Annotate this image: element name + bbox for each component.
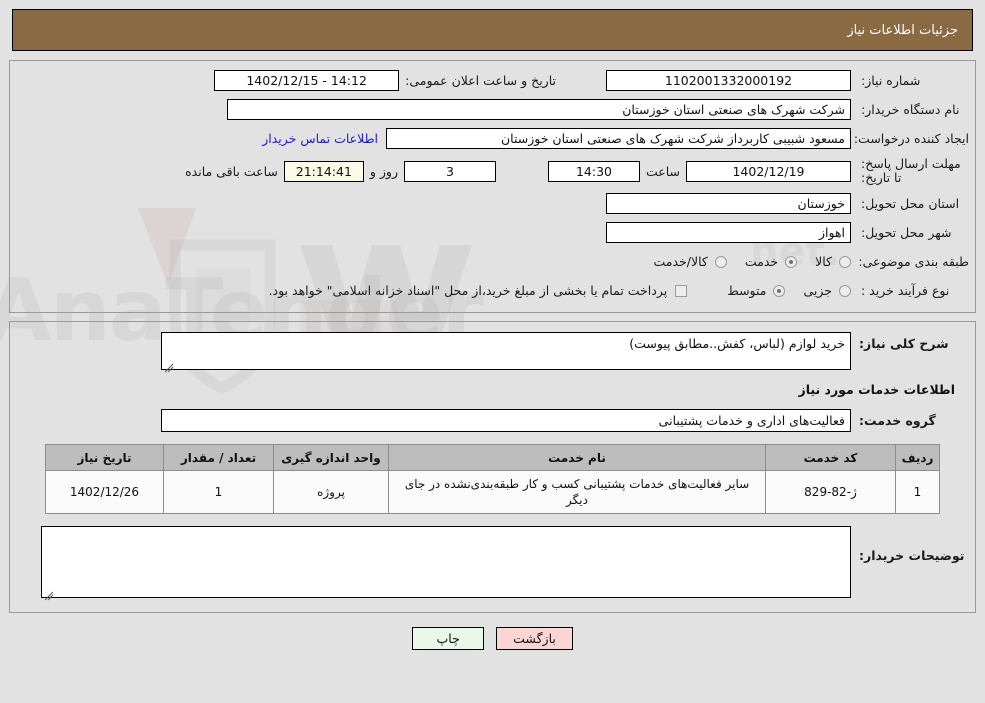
category-radio-group: کالا خدمت کالا/خدمت <box>639 254 851 269</box>
city-value: اهواز <box>606 222 851 243</box>
radio-kala-khedmat-label: کالا/خدمت <box>653 254 708 269</box>
header-bar: جزئیات اطلاعات نیاز <box>12 9 973 51</box>
table-row: 1 ژ-82-829 سایر فعالیت‌های خدمات پشتیبان… <box>45 470 940 514</box>
row-general-desc: شرح کلی نیاز: <box>16 332 969 373</box>
th-radif: ردیف <box>895 444 940 471</box>
buyer-notes-textarea[interactable] <box>41 526 851 598</box>
treasury-note: پرداخت تمام یا بخشی از مبلغ خرید،از محل … <box>268 283 668 298</box>
days-and-label: روز و <box>369 163 398 179</box>
row-service-group: گروه خدمت: فعالیت‌های اداری و خدمات پشتی… <box>16 407 969 434</box>
page-title: جزئیات اطلاعات نیاز <box>847 22 958 38</box>
th-unit: واحد اندازه گیری <box>273 444 389 471</box>
row-category: طبقه بندی موضوعی: کالا خدمت کالا/خدمت <box>16 248 969 275</box>
radio-khedmat-label: خدمت <box>744 254 779 269</box>
need-number-value: 1102001332000192 <box>606 70 851 91</box>
row-buyer-org: نام دستگاه خریدار: شرکت شهرک های صنعتی ا… <box>16 96 969 123</box>
th-code: کد خدمت <box>765 444 896 471</box>
cell-unit: پروژه <box>273 470 389 514</box>
city-label: شهر محل تحویل: <box>861 225 952 240</box>
th-name: نام خدمت <box>388 444 766 471</box>
row-deadline: مهلت ارسال پاسخ: تا تاریخ: 1402/12/19 سا… <box>16 154 969 188</box>
general-desc-textarea[interactable] <box>161 332 851 370</box>
radio-khedmat[interactable] <box>785 255 798 268</box>
radio-kala-khedmat[interactable] <box>714 255 727 268</box>
page-root: جزئیات اطلاعات نیاز شماره نیاز: 11020013… <box>0 0 985 650</box>
hours-remaining-label: ساعت باقی مانده <box>185 163 278 179</box>
general-desc-wrap <box>161 332 851 373</box>
hour-label: ساعت <box>645 163 680 179</box>
need-summary-panel: شماره نیاز: 1102001332000192 تاریخ و ساع… <box>9 60 976 313</box>
row-requester: ایجاد کننده درخواست: مسعود شبیبی کاربردا… <box>16 125 969 152</box>
treasury-checkbox[interactable] <box>675 284 688 297</box>
radio-motevaset[interactable] <box>773 284 786 297</box>
buyer-org-value: شرکت شهرک های صنعتی استان خوزستان <box>227 99 851 120</box>
row-province: استان محل تحویل: خوزستان <box>16 190 969 217</box>
radio-kala-label: کالا <box>815 254 832 269</box>
process-radio-group: جزیی متوسط <box>713 283 851 298</box>
radio-motevaset-label: متوسط <box>727 283 767 298</box>
radio-jozii[interactable] <box>839 284 851 297</box>
th-qty: تعداد / مقدار <box>163 444 274 471</box>
back-button[interactable]: بازگشت <box>496 627 573 650</box>
deadline-date-value: 1402/12/19 <box>686 160 851 182</box>
province-label: استان محل تحویل: <box>861 196 960 211</box>
service-group-label: گروه خدمت: <box>859 413 936 428</box>
public-announce-label: تاریخ و ساعت اعلان عمومی: <box>405 73 556 88</box>
row-process-type: نوع فرآیند خرید : جزیی متوسط پرداخت تمام… <box>16 277 969 304</box>
days-remaining-value: 3 <box>403 160 496 182</box>
services-table: ردیف کد خدمت نام خدمت واحد اندازه گیری ت… <box>45 444 940 514</box>
deadline-label: مهلت ارسال پاسخ: تا تاریخ: <box>861 156 961 185</box>
deadline-time-value: 14:30 <box>547 160 640 182</box>
buyer-notes-wrap <box>41 526 851 601</box>
cell-date: 1402/12/26 <box>45 470 164 514</box>
footer-button-bar: بازگشت چاپ <box>0 627 985 650</box>
table-header-row: ردیف کد خدمت نام خدمت واحد اندازه گیری ت… <box>45 444 940 471</box>
buyer-org-label: نام دستگاه خریدار: <box>861 102 960 117</box>
requester-value: مسعود شبیبی کاربرداز شرکت شهرک های صنعتی… <box>386 128 851 149</box>
row-city: شهر محل تحویل: اهواز <box>16 219 969 246</box>
services-info-title: اطلاعات خدمات مورد نیاز <box>798 382 956 397</box>
process-label: نوع فرآیند خرید : <box>861 283 950 298</box>
category-label: طبقه بندی موضوعی: <box>858 254 969 269</box>
need-detail-panel: شرح کلی نیاز: اطلاعات خدمات مورد نیاز گر… <box>9 321 976 613</box>
cell-code: ژ-82-829 <box>765 470 896 514</box>
cell-name: سایر فعالیت‌های خدمات پشتیبانی کسب و کار… <box>388 470 766 514</box>
row-buyer-notes: توضیحات خریدار: <box>16 526 969 601</box>
cell-radif: 1 <box>895 470 940 514</box>
countdown-timer: 21:14:41 <box>283 160 364 182</box>
radio-jozii-label: جزیی <box>803 283 832 298</box>
public-announce-value: 14:12 - 1402/12/15 <box>214 70 400 91</box>
service-group-value: فعالیت‌های اداری و خدمات پشتیبانی <box>161 409 851 432</box>
cell-qty: 1 <box>163 470 274 514</box>
header-region: جزئیات اطلاعات نیاز <box>0 0 985 51</box>
row-need-number: شماره نیاز: 1102001332000192 تاریخ و ساع… <box>16 67 969 94</box>
th-date: تاریخ نیاز <box>45 444 164 471</box>
need-number-label: شماره نیاز: <box>861 73 921 88</box>
radio-kala[interactable] <box>839 255 851 268</box>
requester-label: ایجاد کننده درخواست: <box>853 131 969 146</box>
print-button[interactable]: چاپ <box>412 627 485 650</box>
buyer-contact-link[interactable]: اطلاعات تماس خریدار <box>254 131 386 146</box>
general-desc-label: شرح کلی نیاز: <box>859 336 949 351</box>
province-value: خوزستان <box>606 193 851 214</box>
buyer-notes-label: توضیحات خریدار: <box>859 548 965 563</box>
